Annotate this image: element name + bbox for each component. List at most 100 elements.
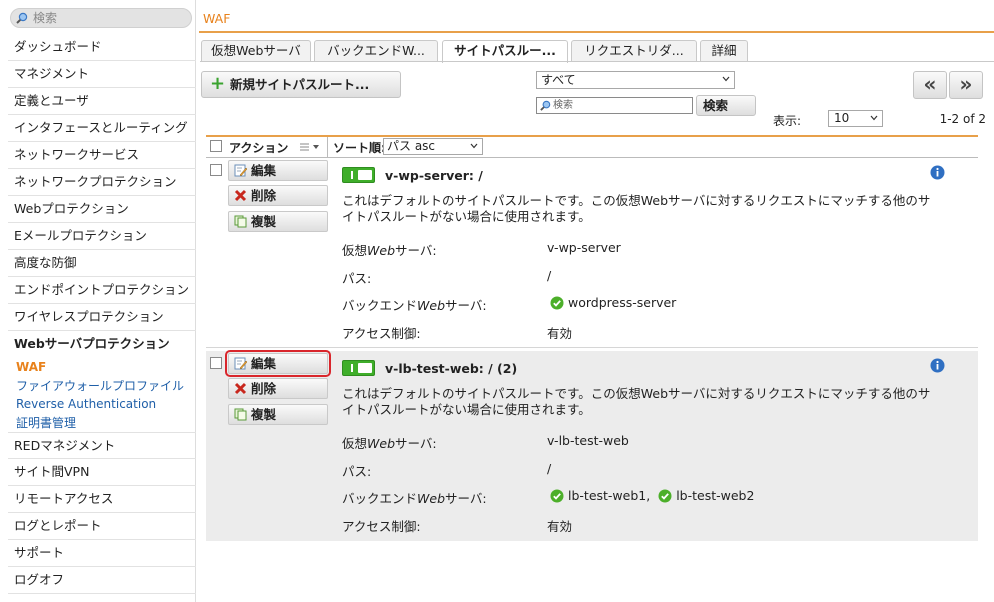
path-value: / <box>547 461 552 476</box>
sidebar-subitem-reverse-auth[interactable]: Reverse Authentication <box>8 395 196 414</box>
sidebar-item-endpoint-protection[interactable]: エンドポイントプロテクション <box>8 277 196 304</box>
sidebar-item-network-protection[interactable]: ネットワークプロテクション <box>8 169 196 196</box>
select-all-checkbox[interactable] <box>210 140 222 152</box>
tab-site-path-routing[interactable]: サイトパスルー... <box>442 40 568 63</box>
page-next-button[interactable]: » <box>949 71 983 99</box>
sidebar-search-input[interactable]: 検索 <box>10 8 192 28</box>
search-input[interactable]: 検索 <box>536 97 693 114</box>
action-header: アクション <box>229 141 289 155</box>
vserver-label: 仮想Webサーバ: <box>342 436 437 451</box>
sidebar-subitem-firewall-profiles[interactable]: ファイアウォールプロファイル <box>8 377 196 396</box>
sidebar-subitem-certificates[interactable]: 証明書管理 <box>8 414 196 433</box>
search-placeholder: 検索 <box>553 100 573 111</box>
backend-name: lb-test-web2 <box>676 488 755 503</box>
search-button[interactable]: 検索 <box>696 95 756 116</box>
enable-toggle[interactable] <box>342 360 375 376</box>
result-range: 1-2 of 2 <box>939 112 986 126</box>
access-label: アクセス制御: <box>342 326 421 341</box>
tab-advanced[interactable]: 詳細 <box>700 40 748 62</box>
delete-icon <box>234 382 247 395</box>
row-checkbox[interactable] <box>210 357 222 369</box>
path-value: / <box>547 268 552 283</box>
delete-button-label: 削除 <box>251 381 277 396</box>
sidebar-item-remote-access[interactable]: リモートアクセス <box>8 486 196 513</box>
per-page-select[interactable]: 10 <box>828 110 883 127</box>
check-circle-icon <box>658 489 672 503</box>
check-circle-icon <box>550 489 564 503</box>
access-label: アクセス制御: <box>342 519 421 534</box>
sidebar-item-site-to-site-vpn[interactable]: サイト間VPN <box>8 459 196 486</box>
clone-button[interactable]: 複製 <box>228 211 328 232</box>
title-divider <box>199 31 994 33</box>
backend-label: バックエンドWebサーバ: <box>342 298 487 313</box>
backend-name: wordpress-server <box>568 295 677 310</box>
vserver-value: v-lb-test-web <box>547 433 629 448</box>
table-header: アクション ソート順: パス asc <box>206 137 978 158</box>
edit-icon <box>234 357 247 370</box>
check-circle-icon <box>550 296 564 310</box>
sort-select-value: パス asc <box>387 139 436 153</box>
vserver-label: 仮想Webサーバ: <box>342 243 437 258</box>
route-title: v-lb-test-web: / (2) <box>385 361 518 376</box>
delete-icon <box>234 189 247 202</box>
path-label: パス: <box>342 464 372 479</box>
sidebar-item-logoff[interactable]: ログオフ <box>8 567 196 594</box>
row-checkbox[interactable] <box>210 164 222 176</box>
sidebar-item-logging[interactable]: ログとレポート <box>8 513 196 540</box>
backend-value: lb-test-web1, lb-test-web2 <box>550 488 754 503</box>
vserver-value: v-wp-server <box>547 240 621 255</box>
sidebar-item-red-management[interactable]: REDマネジメント <box>8 432 196 459</box>
per-page-value: 10 <box>834 111 850 125</box>
sidebar-item-interfaces[interactable]: インタフェースとルーティング <box>8 115 196 142</box>
plus-icon: + <box>210 73 226 94</box>
sort-select[interactable]: パス asc <box>383 138 483 155</box>
info-icon[interactable] <box>930 165 945 180</box>
enable-toggle[interactable] <box>342 167 375 183</box>
clone-button[interactable]: 複製 <box>228 404 328 425</box>
table-row: 編集 削除 複製 v-wp-server: / これはデフォルトのサイトパスルー… <box>206 158 978 348</box>
route-title: v-wp-server: / <box>385 168 483 183</box>
sidebar-search-placeholder: 検索 <box>33 11 58 25</box>
sidebar-item-support[interactable]: サポート <box>8 540 196 567</box>
sidebar-item-wireless-protection[interactable]: ワイヤレスプロテクション <box>8 304 196 331</box>
columns-menu-icon[interactable] <box>299 141 321 153</box>
tab-virtual-webservers[interactable]: 仮想Webサーバ <box>201 40 311 62</box>
clone-icon <box>234 408 247 421</box>
edit-button[interactable]: 編集 <box>225 350 331 377</box>
new-button-label: 新規サイトパスルート... <box>230 77 370 92</box>
sidebar-item-dashboard[interactable]: ダッシュボード <box>8 34 196 61</box>
sidebar-item-network-services[interactable]: ネットワークサービス <box>8 142 196 169</box>
delete-button[interactable]: 削除 <box>228 185 328 206</box>
filter-select[interactable]: すべて <box>536 71 735 89</box>
tabs-divider <box>200 61 994 62</box>
backend-label: バックエンドWebサーバ: <box>342 491 487 506</box>
search-icon <box>16 12 28 24</box>
header-separator <box>327 137 328 157</box>
per-page-label: 表示: <box>773 114 802 128</box>
sidebar-item-webserver-protection[interactable]: Webサーバプロテクション <box>8 331 196 358</box>
sidebar-item-management[interactable]: マネジメント <box>8 61 196 88</box>
info-icon[interactable] <box>930 358 945 373</box>
search-icon <box>540 100 551 111</box>
sidebar-subitem-waf[interactable]: WAF <box>8 358 196 377</box>
sidebar-item-web-protection[interactable]: Webプロテクション <box>8 196 196 223</box>
page-title: WAF <box>203 11 231 26</box>
sidebar-item-email-protection[interactable]: Eメールプロテクション <box>8 223 196 250</box>
route-description: これはデフォルトのサイトパスルートです。この仮想Webサーバに対するリクエストに… <box>342 386 931 417</box>
sidebar-item-definitions[interactable]: 定義とユーザ <box>8 88 196 115</box>
chevron-down-icon <box>870 115 878 121</box>
edit-icon <box>234 164 247 177</box>
access-value: 有効 <box>547 519 573 534</box>
sidebar: 検索 ダッシュボード マネジメント 定義とユーザ インタフェースとルーティング … <box>0 0 196 602</box>
clone-icon <box>234 215 247 228</box>
edit-button[interactable]: 編集 <box>228 160 328 181</box>
page-first-button[interactable]: « <box>913 71 947 99</box>
new-site-path-route-button[interactable]: + 新規サイトパスルート... <box>201 71 401 98</box>
tab-request-redirect[interactable]: リクエストリダ... <box>571 40 697 62</box>
route-description: これはデフォルトのサイトパスルートです。この仮想Webサーバに対するリクエストに… <box>342 193 931 224</box>
sidebar-item-advanced-protection[interactable]: 高度な防御 <box>8 250 196 277</box>
delete-button[interactable]: 削除 <box>228 378 328 399</box>
sidebar-menu: ダッシュボード マネジメント 定義とユーザ インタフェースとルーティング ネット… <box>8 34 196 594</box>
table-row: 編集 削除 複製 v-lb-test-web: / (2) これはデフォルトのサ… <box>206 350 978 541</box>
tab-backend-webservers[interactable]: バックエンドW... <box>314 40 438 62</box>
